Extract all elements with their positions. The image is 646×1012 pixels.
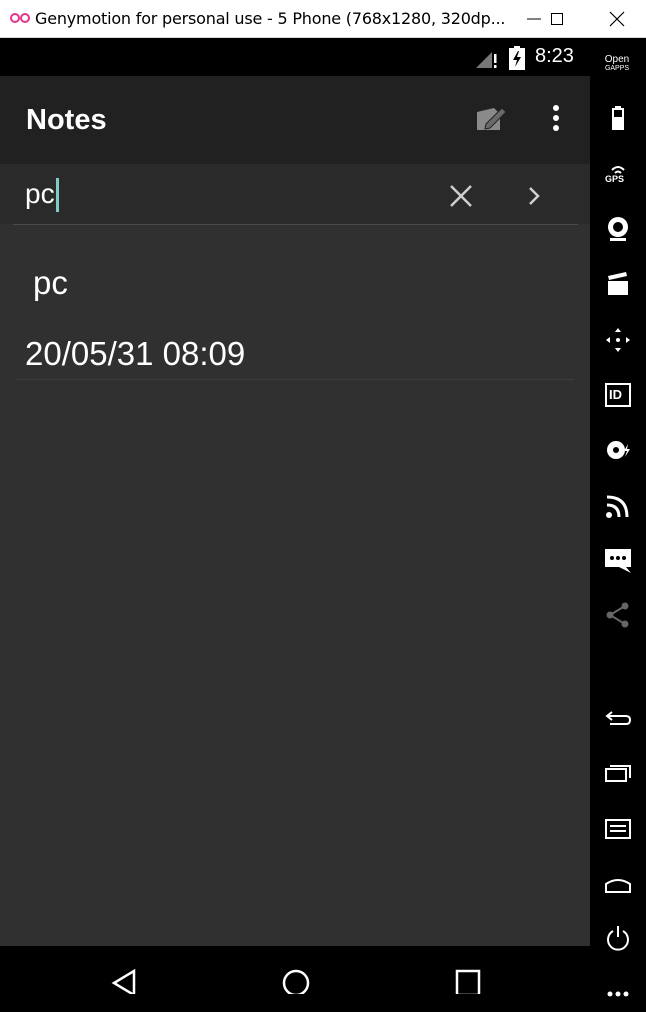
clear-search-icon[interactable] <box>448 183 474 209</box>
note-date: 20/05/31 08:09 <box>25 335 246 372</box>
signal-icon <box>476 52 497 68</box>
android-nav-bar <box>0 946 590 994</box>
back-icon[interactable] <box>110 968 138 994</box>
text-cursor <box>56 178 59 212</box>
opengapps-line2: GAPPS <box>604 65 630 72</box>
list-divider <box>16 379 574 380</box>
app-bar: Notes <box>0 76 590 164</box>
share-widget-icon[interactable] <box>604 601 632 629</box>
media-widget-icon[interactable] <box>604 436 632 464</box>
more-tools-icon[interactable] <box>604 984 632 1012</box>
id-label: ID <box>609 387 622 402</box>
sms-widget-icon[interactable] <box>604 546 632 574</box>
battery-charging-icon <box>509 46 525 70</box>
maximize-button[interactable] <box>534 0 580 38</box>
window-titlebar: Genymotion for personal use - 5 Phone (7… <box>0 0 646 38</box>
screencast-widget-icon[interactable] <box>604 270 632 298</box>
maximize-icon <box>551 13 563 25</box>
phone-screen: 8:23 Notes pc pc 20/05/31 08:09 <box>0 38 590 994</box>
power-icon[interactable] <box>604 924 632 952</box>
webcam-widget-icon[interactable] <box>604 215 632 243</box>
close-window-button[interactable] <box>594 0 640 38</box>
network-widget-icon[interactable] <box>604 492 632 520</box>
back-button-icon[interactable] <box>604 704 632 732</box>
recents-icon[interactable] <box>454 968 482 994</box>
battery-widget-icon[interactable] <box>604 104 632 132</box>
opengapps-line1: Open <box>604 54 630 65</box>
window-title: Genymotion for personal use - 5 Phone (7… <box>35 9 506 28</box>
close-icon <box>609 11 625 27</box>
gps-label: GPS <box>605 174 625 184</box>
home-button-icon[interactable] <box>604 870 632 898</box>
more-options-icon[interactable] <box>547 104 565 134</box>
note-list-item[interactable]: pc 20/05/31 08:09 <box>0 225 590 381</box>
search-bar: pc <box>0 164 590 224</box>
dpad-widget-icon[interactable] <box>604 326 632 354</box>
recent-apps-icon[interactable] <box>604 759 632 787</box>
genymotion-logo-icon <box>10 13 30 23</box>
opengapps-logo: Open GAPPS <box>603 55 631 73</box>
home-icon[interactable] <box>281 968 311 994</box>
note-title: pc <box>33 264 68 301</box>
search-input[interactable]: pc <box>25 178 55 210</box>
new-note-icon[interactable] <box>474 104 508 134</box>
status-time: 8:23 <box>535 45 574 67</box>
menu-button-icon[interactable] <box>604 814 632 842</box>
status-bar: 8:23 <box>0 38 590 76</box>
chevron-right-icon[interactable] <box>525 183 545 209</box>
app-title: Notes <box>26 104 107 136</box>
